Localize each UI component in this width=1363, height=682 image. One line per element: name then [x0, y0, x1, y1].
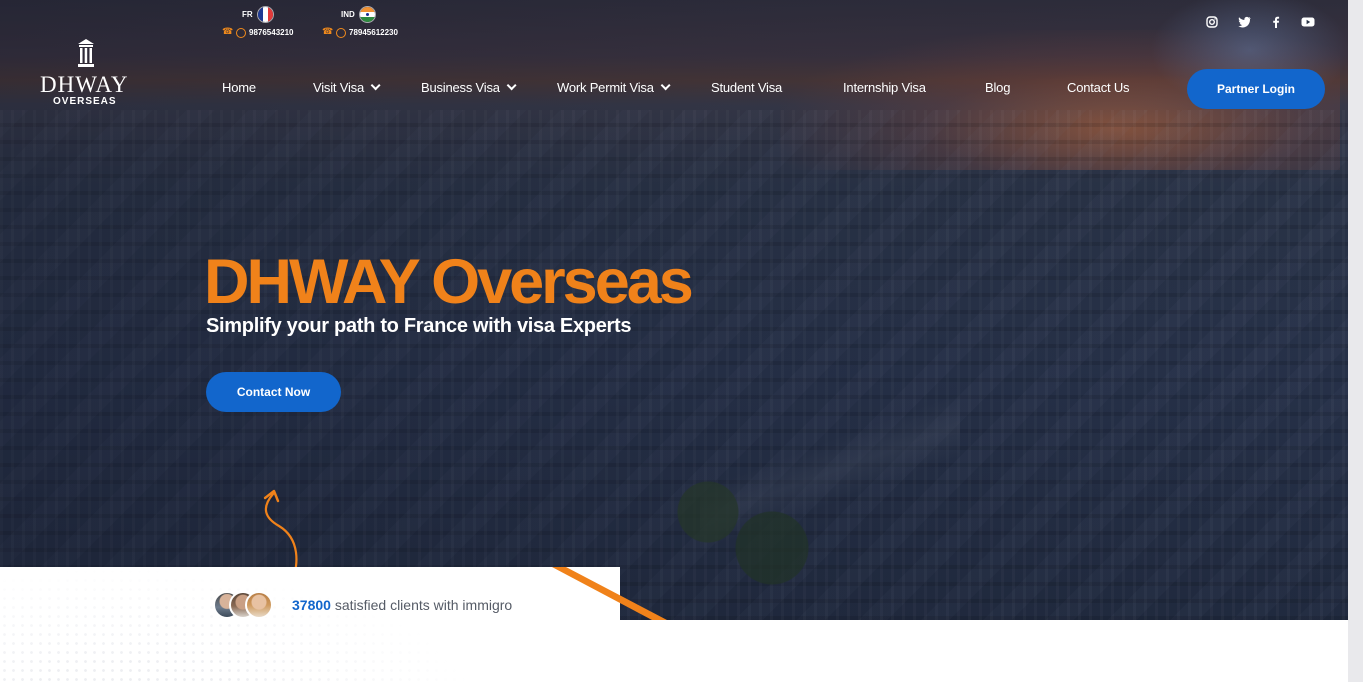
nav-label: Contact Us	[1067, 80, 1130, 95]
scrollbar-track[interactable]	[1348, 0, 1363, 682]
nav-blog[interactable]: Blog	[985, 80, 1010, 95]
contact-fr: FR ☎ 9876543210	[222, 5, 294, 38]
dot-pattern	[0, 567, 480, 682]
contact-ind: IND ☎ 78945612230	[322, 5, 398, 38]
youtube-icon[interactable]	[1300, 14, 1316, 30]
main-nav: Home Visit Visa Business Visa Work Permi…	[0, 80, 1363, 100]
nav-label: Internship Visa	[843, 80, 926, 95]
instagram-icon[interactable]	[1204, 14, 1220, 30]
facebook-icon[interactable]	[1268, 14, 1284, 30]
chevron-down-icon	[506, 80, 517, 91]
france-flag-icon	[256, 5, 274, 23]
phone-link-ind[interactable]: 78945612230	[349, 28, 398, 37]
nav-home[interactable]: Home	[222, 80, 256, 95]
nav-visit-visa[interactable]: Visit Visa	[313, 80, 381, 95]
nav-label: Blog	[985, 80, 1011, 95]
chevron-down-icon	[660, 80, 671, 91]
nav-label: Visit Visa	[313, 80, 364, 95]
nav-label: Business Visa	[421, 80, 500, 95]
nav-label: Home	[222, 80, 256, 95]
decorative-stripe	[552, 567, 667, 620]
client-avatars	[213, 591, 275, 621]
nav-student-visa[interactable]: Student Visa	[711, 80, 782, 95]
phone-icon: ☎	[222, 27, 234, 37]
clients-text: satisfied clients with immigro	[330, 597, 513, 613]
nav-label: Student Visa	[711, 80, 783, 95]
nav-business-visa[interactable]: Business Visa	[421, 80, 517, 95]
hero-subtitle: Simplify your path to France with visa E…	[206, 315, 632, 337]
nav-internship-visa[interactable]: Internship Visa	[843, 80, 926, 95]
pillar-icon	[78, 39, 94, 67]
whatsapp-icon	[336, 27, 346, 38]
chevron-down-icon	[370, 80, 381, 91]
contact-now-button[interactable]: Contact Now	[206, 372, 341, 412]
nav-work-permit-visa[interactable]: Work Permit Visa	[557, 80, 671, 95]
india-flag-icon	[358, 5, 376, 23]
avatar	[245, 591, 273, 619]
phone-link-fr[interactable]: 9876543210	[249, 28, 294, 37]
phone-icon: ☎	[322, 27, 334, 37]
country-code-fr: FR	[242, 9, 253, 19]
nav-label: Work Permit Visa	[557, 80, 654, 95]
whatsapp-icon	[236, 27, 246, 38]
page: FR ☎ 9876543210 IND ☎ 78945612230 DHWAY …	[0, 0, 1363, 682]
nav-contact-us[interactable]: Contact Us	[1067, 80, 1130, 95]
clients-stat: 37800 satisfied clients with immigro	[292, 597, 512, 613]
hero-title: DHWAY Overseas	[204, 247, 694, 317]
country-code-ind: IND	[341, 9, 355, 19]
partner-login-button[interactable]: Partner Login	[1187, 69, 1325, 109]
twitter-icon[interactable]	[1236, 14, 1252, 30]
clients-count: 37800	[292, 597, 331, 613]
